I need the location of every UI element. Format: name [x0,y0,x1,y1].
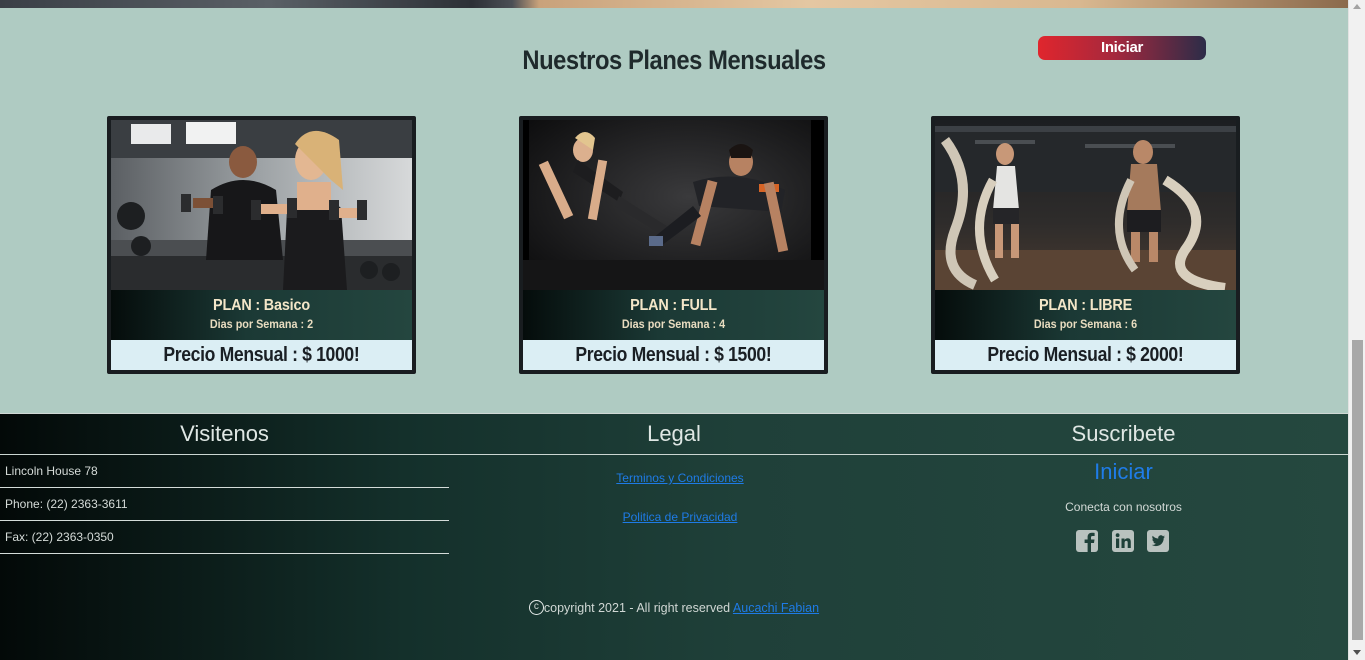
scroll-down-arrow-icon[interactable] [1353,650,1361,655]
plan-full-days: Dias por Semana : 4 [621,317,726,331]
privacy-link[interactable]: Politica de Privacidad [449,510,911,524]
terms-link[interactable]: Terminos y Condiciones [449,471,911,485]
plan-basico-price: Precio Mensual : $ 1000! [111,340,412,370]
vertical-scrollbar[interactable] [1348,0,1365,660]
footer-visit-title: Visitenos [180,421,269,446]
plan-basico-price-text: Precio Mensual : $ 1000! [163,344,360,366]
plan-card-libre[interactable]: PLAN : LIBRE Dias por Semana : 6 Precio … [931,116,1240,374]
plan-libre-name: PLAN : LIBRE [1038,297,1133,314]
plan-libre-price-text: Precio Mensual : $ 2000! [987,344,1184,366]
plan-basico-info: PLAN : Basico Dias por Semana : 2 [111,290,412,340]
footer-legal-title: Legal [647,421,701,446]
linkedin-icon[interactable] [1111,529,1135,553]
plan-basico-photo [111,120,412,290]
plan-full-info: PLAN : FULL Dias por Semana : 4 [523,290,824,340]
plan-basico-name: PLAN : Basico [213,297,310,314]
scrollbar-thumb[interactable] [1352,340,1363,640]
plan-full-price-text: Precio Mensual : $ 1500! [575,344,772,366]
plan-libre-price: Precio Mensual : $ 2000! [935,340,1236,370]
hero-image-bottom-edge [0,0,1348,8]
subscribe-iniciar-link[interactable]: Iniciar [899,459,1348,485]
contact-address: Lincoln House 78 [0,455,449,488]
facebook-icon[interactable] [1075,529,1099,553]
author-link[interactable]: Aucachi Fabian [733,601,819,615]
footer-subscribe-title: Suscribete [1071,421,1176,446]
plan-card-full[interactable]: PLAN : FULL Dias por Semana : 4 Precio M… [519,116,828,374]
plan-libre-photo [935,120,1236,290]
copyright-text: copyright 2021 - All right reserved [543,601,733,615]
plan-full-price: Precio Mensual : $ 1500! [523,340,824,370]
contact-list: Lincoln House 78 Phone: (22) 2363-3611 F… [0,455,449,554]
plan-full-name: PLAN : FULL [630,297,717,314]
plans-section-title: Nuestros Planes Mensuales [522,45,826,75]
copyright: c copyright 2021 - All right reserved Auc… [0,600,1348,615]
connect-text: Conecta con nosotros [1065,500,1182,514]
plan-card-basico[interactable]: PLAN : Basico Dias por Semana : 2 Precio… [107,116,416,374]
plan-libre-days: Dias por Semana : 6 [1033,317,1138,331]
plan-basico-days: Dias por Semana : 2 [209,317,314,331]
plan-full-photo [523,120,824,290]
twitter-icon[interactable] [1146,529,1170,553]
copyright-icon: c [528,600,544,615]
scroll-up-arrow-icon[interactable] [1353,4,1361,9]
contact-fax: Fax: (22) 2363-0350 [0,521,449,554]
plan-libre-info: PLAN : LIBRE Dias por Semana : 6 [935,290,1236,340]
contact-phone: Phone: (22) 2363-3611 [0,488,449,521]
footer: Visitenos Legal Suscribete Lincoln House… [0,413,1348,660]
